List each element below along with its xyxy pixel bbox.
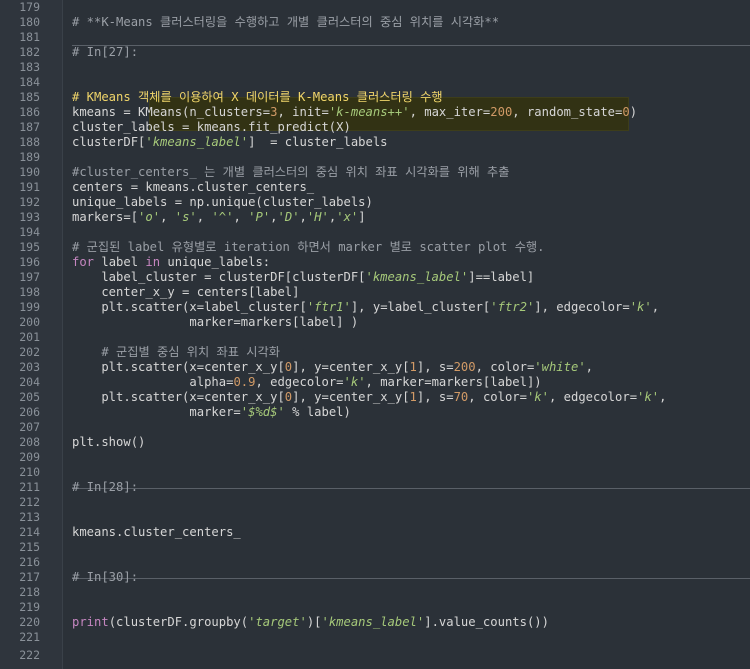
line-number: 180 bbox=[19, 15, 40, 29]
code-text: marker='$%d$' % label) bbox=[72, 405, 351, 419]
code-line[interactable]: plt.scatter(x=center_x_y[0], y=center_x_… bbox=[62, 360, 750, 375]
line-number: 207 bbox=[19, 420, 40, 434]
line-number: 203 bbox=[19, 360, 40, 374]
code-text: markers=['o', 's', '^', 'P','D','H','x'] bbox=[72, 210, 366, 224]
line-number: 188 bbox=[19, 135, 40, 149]
line-number: 189 bbox=[19, 150, 40, 164]
line-number: 214 bbox=[19, 525, 40, 539]
line-number: 197 bbox=[19, 270, 40, 284]
line-number: 222 bbox=[19, 648, 40, 662]
cell-marker: # In[27]: bbox=[72, 45, 139, 59]
code-line[interactable]: label_cluster = clusterDF[clusterDF['kme… bbox=[62, 270, 750, 285]
code-line[interactable]: # In[27]: bbox=[62, 45, 750, 60]
line-number: 209 bbox=[19, 450, 40, 464]
line-number: 195 bbox=[19, 240, 40, 254]
line-number: 216 bbox=[19, 555, 40, 569]
line-number: 208 bbox=[19, 435, 40, 449]
code-line[interactable]: markers=['o', 's', '^', 'P','D','H','x'] bbox=[62, 210, 750, 225]
line-number: 201 bbox=[19, 330, 40, 344]
line-number: 220 bbox=[19, 615, 40, 629]
code-text: cluster_labels = kmeans.fit_predict(X) bbox=[72, 120, 351, 134]
code-text: for label in unique_labels: bbox=[72, 255, 271, 269]
line-number: 184 bbox=[19, 75, 40, 89]
code-text: plt.scatter(x=center_x_y[0], y=center_x_… bbox=[72, 360, 594, 374]
code-line[interactable]: # In[30]: bbox=[62, 570, 750, 585]
comment: # **K-Means 클러스터링을 수행하고 개별 클러스터의 중심 위치를 … bbox=[72, 15, 500, 29]
line-number: 199 bbox=[19, 300, 40, 314]
code-line[interactable]: center_x_y = centers[label] bbox=[62, 285, 750, 300]
code-line[interactable]: # KMeans 객체를 이용하여 X 데이터를 K-Means 클러스터링 수… bbox=[62, 90, 750, 105]
code-line[interactable]: unique_labels = np.unique(cluster_labels… bbox=[62, 195, 750, 210]
line-number: 187 bbox=[19, 120, 40, 134]
code-line[interactable]: centers = kmeans.cluster_centers_ bbox=[62, 180, 750, 195]
code-line[interactable]: #cluster_centers_ 는 개별 클러스터의 중심 위치 좌표 시각… bbox=[62, 165, 750, 180]
code-area[interactable]: # **K-Means 클러스터링을 수행하고 개별 클러스터의 중심 위치를 … bbox=[62, 0, 750, 669]
line-number: 179 bbox=[19, 0, 40, 14]
line-number: 211 bbox=[19, 480, 40, 494]
comment: # 군집별 중심 위치 좌표 시각화 bbox=[72, 345, 280, 359]
code-line[interactable]: kmeans.cluster_centers_ bbox=[62, 525, 750, 540]
line-number: 181 bbox=[19, 30, 40, 44]
code-line[interactable]: for label in unique_labels: bbox=[62, 255, 750, 270]
comment: # 군집된 label 유형별로 iteration 하면서 marker 별로… bbox=[72, 240, 545, 254]
line-number: 206 bbox=[19, 405, 40, 419]
code-text: label_cluster = clusterDF[clusterDF['kme… bbox=[72, 270, 535, 284]
code-text: kmeans.cluster_centers_ bbox=[72, 525, 241, 539]
code-line[interactable]: # **K-Means 클러스터링을 수행하고 개별 클러스터의 중심 위치를 … bbox=[62, 15, 750, 30]
line-number: 205 bbox=[19, 390, 40, 404]
code-text: plt.scatter(x=label_cluster['ftr1'], y=l… bbox=[72, 300, 660, 314]
code-line[interactable]: plt.show() bbox=[62, 435, 750, 450]
cell-marker: # In[30]: bbox=[72, 570, 139, 584]
line-number: 217 bbox=[19, 570, 40, 584]
code-text: print(clusterDF.groupby('target')['kmean… bbox=[72, 615, 549, 629]
line-number: 210 bbox=[19, 465, 40, 479]
code-line[interactable]: plt.scatter(x=center_x_y[0], y=center_x_… bbox=[62, 390, 750, 405]
line-number: 191 bbox=[19, 180, 40, 194]
line-number: 186 bbox=[19, 105, 40, 119]
line-number: 212 bbox=[19, 495, 40, 509]
code-line[interactable]: # In[28]: bbox=[62, 480, 750, 495]
code-text: marker=markers[label] ) bbox=[72, 315, 359, 329]
code-text: plt.scatter(x=center_x_y[0], y=center_x_… bbox=[72, 390, 667, 404]
code-text: kmeans = KMeans(n_clusters=3, init='k-me… bbox=[72, 105, 638, 119]
line-number: 196 bbox=[19, 255, 40, 269]
line-number: 185 bbox=[19, 90, 40, 104]
code-line[interactable]: plt.scatter(x=label_cluster['ftr1'], y=l… bbox=[62, 300, 750, 315]
code-line[interactable]: cluster_labels = kmeans.fit_predict(X) bbox=[62, 120, 750, 135]
line-number: 213 bbox=[19, 510, 40, 524]
code-text: plt.show() bbox=[72, 435, 146, 449]
line-number: 204 bbox=[19, 375, 40, 389]
code-line[interactable]: marker=markers[label] ) bbox=[62, 315, 750, 330]
code-text: unique_labels = np.unique(cluster_labels… bbox=[72, 195, 373, 209]
line-number: 215 bbox=[19, 540, 40, 554]
code-text: clusterDF['kmeans_label'] = cluster_labe… bbox=[72, 135, 388, 149]
line-number: 221 bbox=[19, 630, 40, 644]
code-editor[interactable]: 179 180 181 182 183 184 185 186 187 188 … bbox=[0, 0, 750, 669]
code-line[interactable]: marker='$%d$' % label) bbox=[62, 405, 750, 420]
line-number: 219 bbox=[19, 600, 40, 614]
line-number: 183 bbox=[19, 60, 40, 74]
code-text: center_x_y = centers[label] bbox=[72, 285, 300, 299]
line-number: 202 bbox=[19, 345, 40, 359]
line-number: 182 bbox=[19, 45, 40, 59]
code-line[interactable]: print(clusterDF.groupby('target')['kmean… bbox=[62, 615, 750, 630]
line-number: 192 bbox=[19, 195, 40, 209]
comment: #cluster_centers_ 는 개별 클러스터의 중심 위치 좌표 시각… bbox=[72, 165, 510, 179]
code-text: alpha=0.9, edgecolor='k', marker=markers… bbox=[72, 375, 542, 389]
line-number: 218 bbox=[19, 585, 40, 599]
cell-marker: # In[28]: bbox=[72, 480, 139, 494]
code-line[interactable]: clusterDF['kmeans_label'] = cluster_labe… bbox=[62, 135, 750, 150]
code-line[interactable]: alpha=0.9, edgecolor='k', marker=markers… bbox=[62, 375, 750, 390]
line-number: 200 bbox=[19, 315, 40, 329]
line-number: 193 bbox=[19, 210, 40, 224]
line-number: 190 bbox=[19, 165, 40, 179]
comment: # KMeans 객체를 이용하여 X 데이터를 K-Means 클러스터링 수… bbox=[72, 90, 443, 104]
code-line[interactable]: # 군집된 label 유형별로 iteration 하면서 marker 별로… bbox=[62, 240, 750, 255]
code-line[interactable]: # 군집별 중심 위치 좌표 시각화 bbox=[62, 345, 750, 360]
line-number: 194 bbox=[19, 225, 40, 239]
code-line[interactable]: kmeans = KMeans(n_clusters=3, init='k-me… bbox=[62, 105, 750, 120]
line-number: 198 bbox=[19, 285, 40, 299]
code-text: centers = kmeans.cluster_centers_ bbox=[72, 180, 315, 194]
